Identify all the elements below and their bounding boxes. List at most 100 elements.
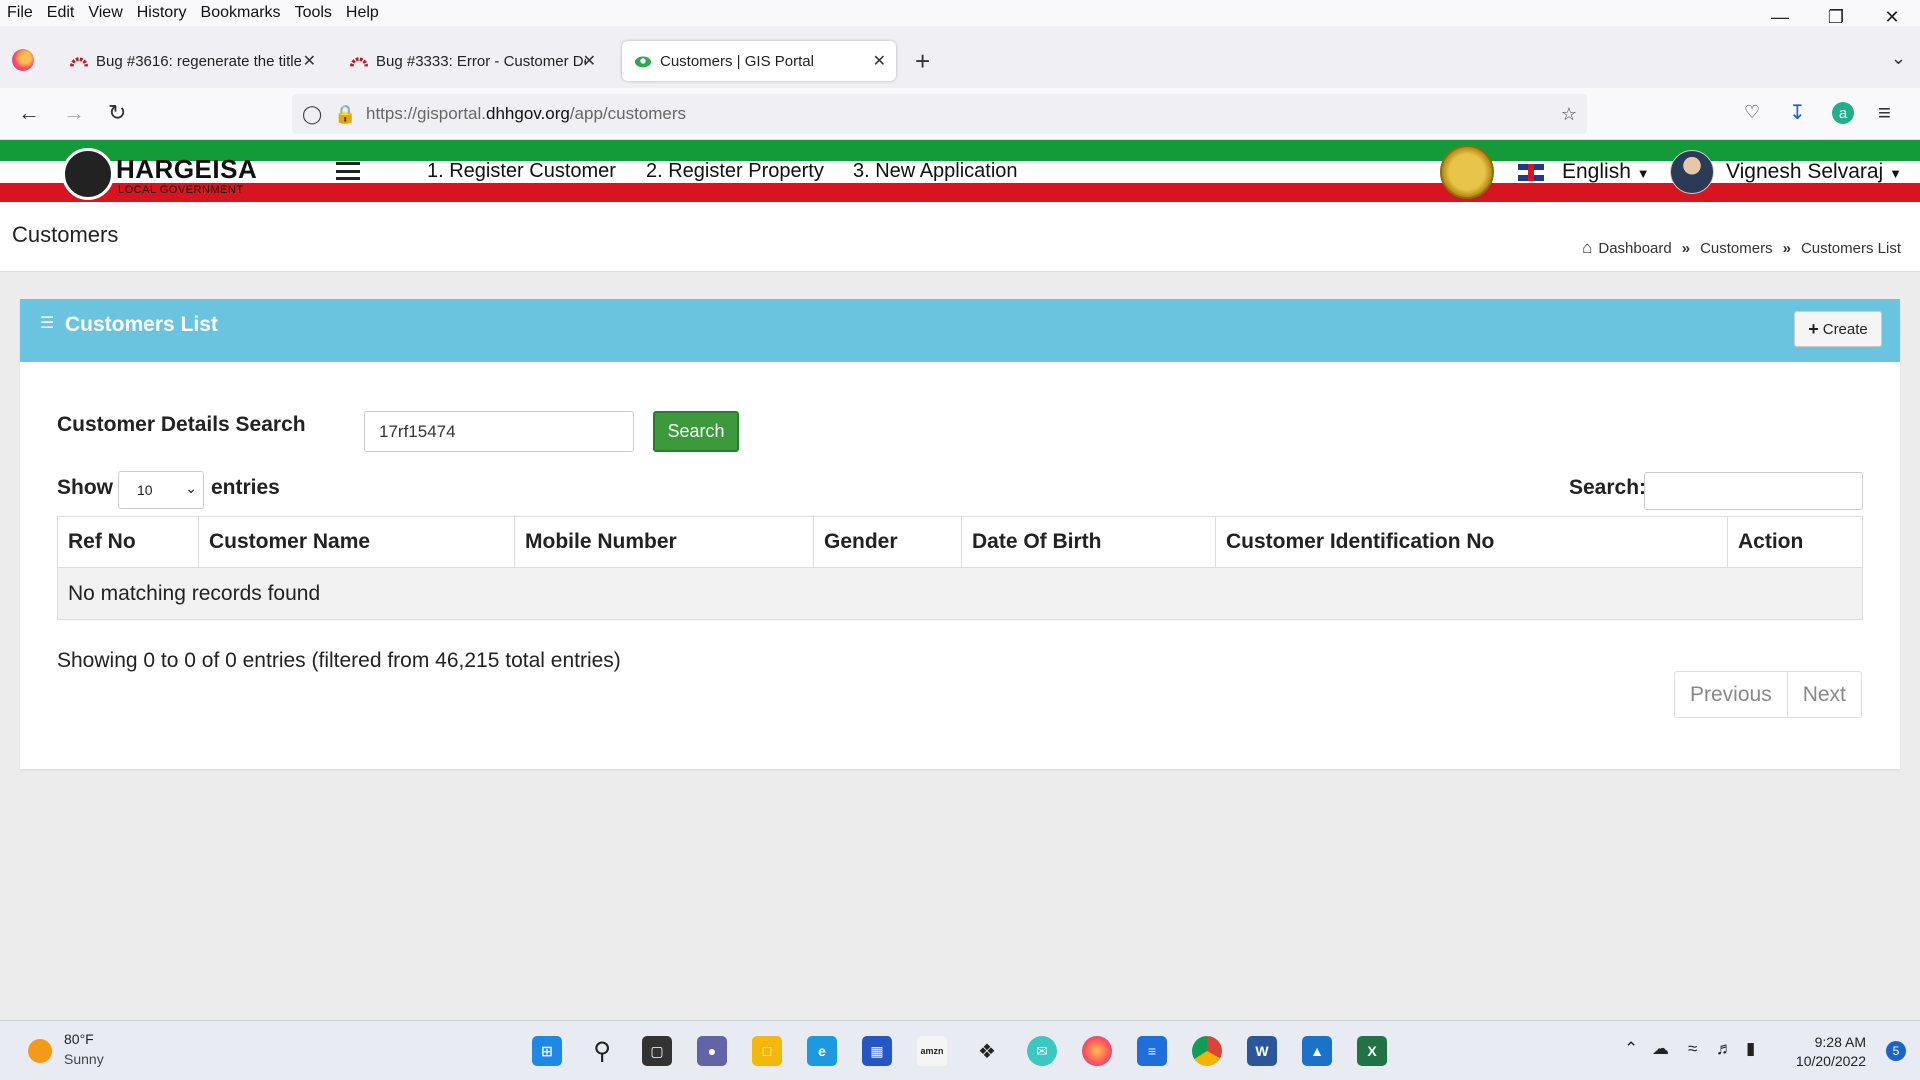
- task-view-icon[interactable]: ▢: [642, 1036, 672, 1066]
- column-header-customer-identification-no[interactable]: Customer Identification No: [1215, 516, 1728, 568]
- reload-icon[interactable]: ↻: [108, 100, 126, 126]
- customer-search-input[interactable]: 17rf15474: [364, 411, 634, 452]
- nav-register-property[interactable]: 2. Register Property: [646, 160, 824, 183]
- entries-label: entries: [211, 476, 280, 499]
- navigation-toolbar: ← → ↻ ◯ 🔒 https://gisportal.dhhgov.org/a…: [0, 88, 1920, 140]
- dropbox-icon[interactable]: ❖: [972, 1036, 1002, 1066]
- next-page-button[interactable]: Next: [1786, 672, 1861, 717]
- forward-icon[interactable]: →: [63, 100, 85, 126]
- weather-temperature[interactable]: 80°F: [64, 1031, 94, 1047]
- close-tab-icon[interactable]: ✕: [303, 51, 316, 71]
- search-button[interactable]: Search: [653, 411, 739, 452]
- customers-list-card: ☰ Customers List + Create Customer Detail…: [20, 299, 1900, 769]
- customer-search-value: 17rf15474: [379, 421, 456, 441]
- back-icon[interactable]: ←: [18, 100, 40, 126]
- page-length-value: 10: [137, 482, 153, 498]
- avatar[interactable]: [1670, 150, 1714, 194]
- teams-chat-icon[interactable]: ●: [697, 1036, 727, 1066]
- menu-view[interactable]: View: [81, 4, 129, 22]
- user-menu-dropdown[interactable]: Vignesh Selvaraj ▼: [1726, 160, 1902, 184]
- new-tab-icon[interactable]: +: [915, 46, 930, 77]
- column-header-customer-name[interactable]: Customer Name: [198, 516, 515, 568]
- breadcrumb-customers[interactable]: Customers: [1700, 240, 1773, 257]
- lock-icon[interactable]: 🔒: [334, 104, 356, 125]
- menu-history[interactable]: History: [130, 4, 194, 22]
- menu-bookmarks[interactable]: Bookmarks: [194, 4, 288, 22]
- column-header-date-of-birth[interactable]: Date Of Birth: [961, 516, 1216, 568]
- list-all-tabs-icon[interactable]: ⌄: [1891, 48, 1906, 69]
- tab-title: Bug #3333: Error - Customer De: [376, 52, 586, 70]
- nav-register-customer[interactable]: 1. Register Customer: [427, 160, 616, 183]
- messenger-icon[interactable]: ✉: [1027, 1036, 1057, 1066]
- menu-edit[interactable]: Edit: [40, 4, 82, 22]
- hamburger-menu-icon[interactable]: [336, 162, 360, 180]
- start-icon[interactable]: ⊞: [532, 1036, 562, 1066]
- header-stripe-red: [0, 183, 1920, 202]
- excel-icon[interactable]: X: [1357, 1036, 1387, 1066]
- clock-date: 10/20/2022: [1795, 1053, 1866, 1069]
- nav-new-application[interactable]: 3. New Application: [853, 160, 1018, 183]
- extension-icon[interactable]: a: [1832, 102, 1854, 124]
- column-header-gender[interactable]: Gender: [813, 516, 962, 568]
- wifi-icon[interactable]: ≈: [1688, 1039, 1697, 1059]
- search-icon[interactable]: ⚲: [587, 1036, 617, 1066]
- edge-icon[interactable]: e: [807, 1036, 837, 1066]
- tab-bug-3333[interactable]: Bug #3333: Error - Customer De ✕: [338, 41, 606, 81]
- tab-bug-3616[interactable]: Bug #3616: regenerate the title ✕: [58, 41, 326, 81]
- firefox-taskbar-icon[interactable]: [1082, 1036, 1112, 1066]
- tab-bar: Bug #3616: regenerate the title ✕ Bug #3…: [0, 26, 1920, 88]
- notification-badge[interactable]: 5: [1886, 1041, 1906, 1061]
- app-menu-icon[interactable]: ≡: [1878, 100, 1891, 126]
- column-header-ref-no[interactable]: Ref No: [57, 516, 199, 568]
- notepad-icon[interactable]: ≡: [1137, 1036, 1167, 1066]
- menu-tools[interactable]: Tools: [288, 4, 339, 22]
- store-icon[interactable]: ▦: [862, 1036, 892, 1066]
- page-length-select[interactable]: 10 ⌄: [118, 471, 204, 509]
- battery-icon[interactable]: ▮: [1746, 1039, 1755, 1059]
- menu-bar: File Edit View History Bookmarks Tools H…: [0, 0, 1920, 26]
- customers-table: Ref No Customer Name Mobile Number Gende…: [57, 516, 1863, 620]
- close-tab-icon[interactable]: ✕: [873, 51, 886, 71]
- firefox-icon[interactable]: [12, 49, 34, 71]
- url-text: https://gisportal.dhhgov.org/app/custome…: [366, 104, 687, 123]
- column-header-action[interactable]: Action: [1727, 516, 1863, 568]
- sun-icon[interactable]: [28, 1039, 52, 1063]
- shield-icon[interactable]: ◯: [302, 104, 322, 125]
- weather-condition[interactable]: Sunny: [64, 1051, 104, 1067]
- menu-help[interactable]: Help: [339, 4, 386, 22]
- redmine-icon: [70, 57, 88, 67]
- table-filter-label: Search:: [1569, 476, 1647, 499]
- previous-page-button[interactable]: Previous: [1675, 672, 1787, 717]
- pocket-icon[interactable]: ♡: [1744, 102, 1760, 123]
- government-seal-icon: [1440, 145, 1494, 199]
- onedrive-icon[interactable]: ☁: [1652, 1039, 1669, 1059]
- file-explorer-icon[interactable]: □: [752, 1036, 782, 1066]
- create-label: Create: [1822, 320, 1868, 338]
- menu-file[interactable]: File: [0, 4, 40, 22]
- tab-title: Customers | GIS Portal: [660, 52, 814, 70]
- show-hidden-icons-icon[interactable]: ⌃: [1624, 1039, 1638, 1059]
- gis-portal-icon: [634, 56, 652, 68]
- chrome-icon[interactable]: [1192, 1036, 1222, 1066]
- logo-title: HARGEISA: [116, 154, 258, 184]
- tab-customers[interactable]: Customers | GIS Portal ✕: [622, 41, 896, 81]
- volume-icon[interactable]: ♬: [1716, 1039, 1733, 1059]
- search-button-label: Search: [667, 421, 725, 441]
- downloads-icon[interactable]: ↧: [1789, 100, 1806, 125]
- table-info: Showing 0 to 0 of 0 entries (filtered fr…: [57, 649, 621, 672]
- address-bar[interactable]: ◯ 🔒 https://gisportal.dhhgov.org/app/cus…: [292, 94, 1587, 134]
- language-dropdown[interactable]: English ▼: [1562, 160, 1650, 184]
- create-button[interactable]: + Create: [1794, 311, 1882, 347]
- close-tab-icon[interactable]: ✕: [583, 51, 596, 71]
- column-header-mobile-number[interactable]: Mobile Number: [514, 516, 814, 568]
- amazon-icon[interactable]: amzn: [917, 1036, 947, 1066]
- pagination: Previous Next: [1674, 671, 1862, 718]
- table-filter-input[interactable]: [1644, 472, 1863, 510]
- word-icon[interactable]: W: [1247, 1036, 1277, 1066]
- photos-icon[interactable]: ▲: [1302, 1036, 1332, 1066]
- bookmark-star-icon[interactable]: ☆: [1561, 104, 1577, 125]
- site-logo[interactable]: HARGEISA LOCAL GOVERNMENT: [60, 148, 260, 200]
- breadcrumb-dashboard[interactable]: Dashboard: [1598, 240, 1671, 257]
- system-clock[interactable]: 9:28 AM 10/20/2022: [1796, 1033, 1866, 1071]
- uk-flag-icon: [1518, 164, 1544, 181]
